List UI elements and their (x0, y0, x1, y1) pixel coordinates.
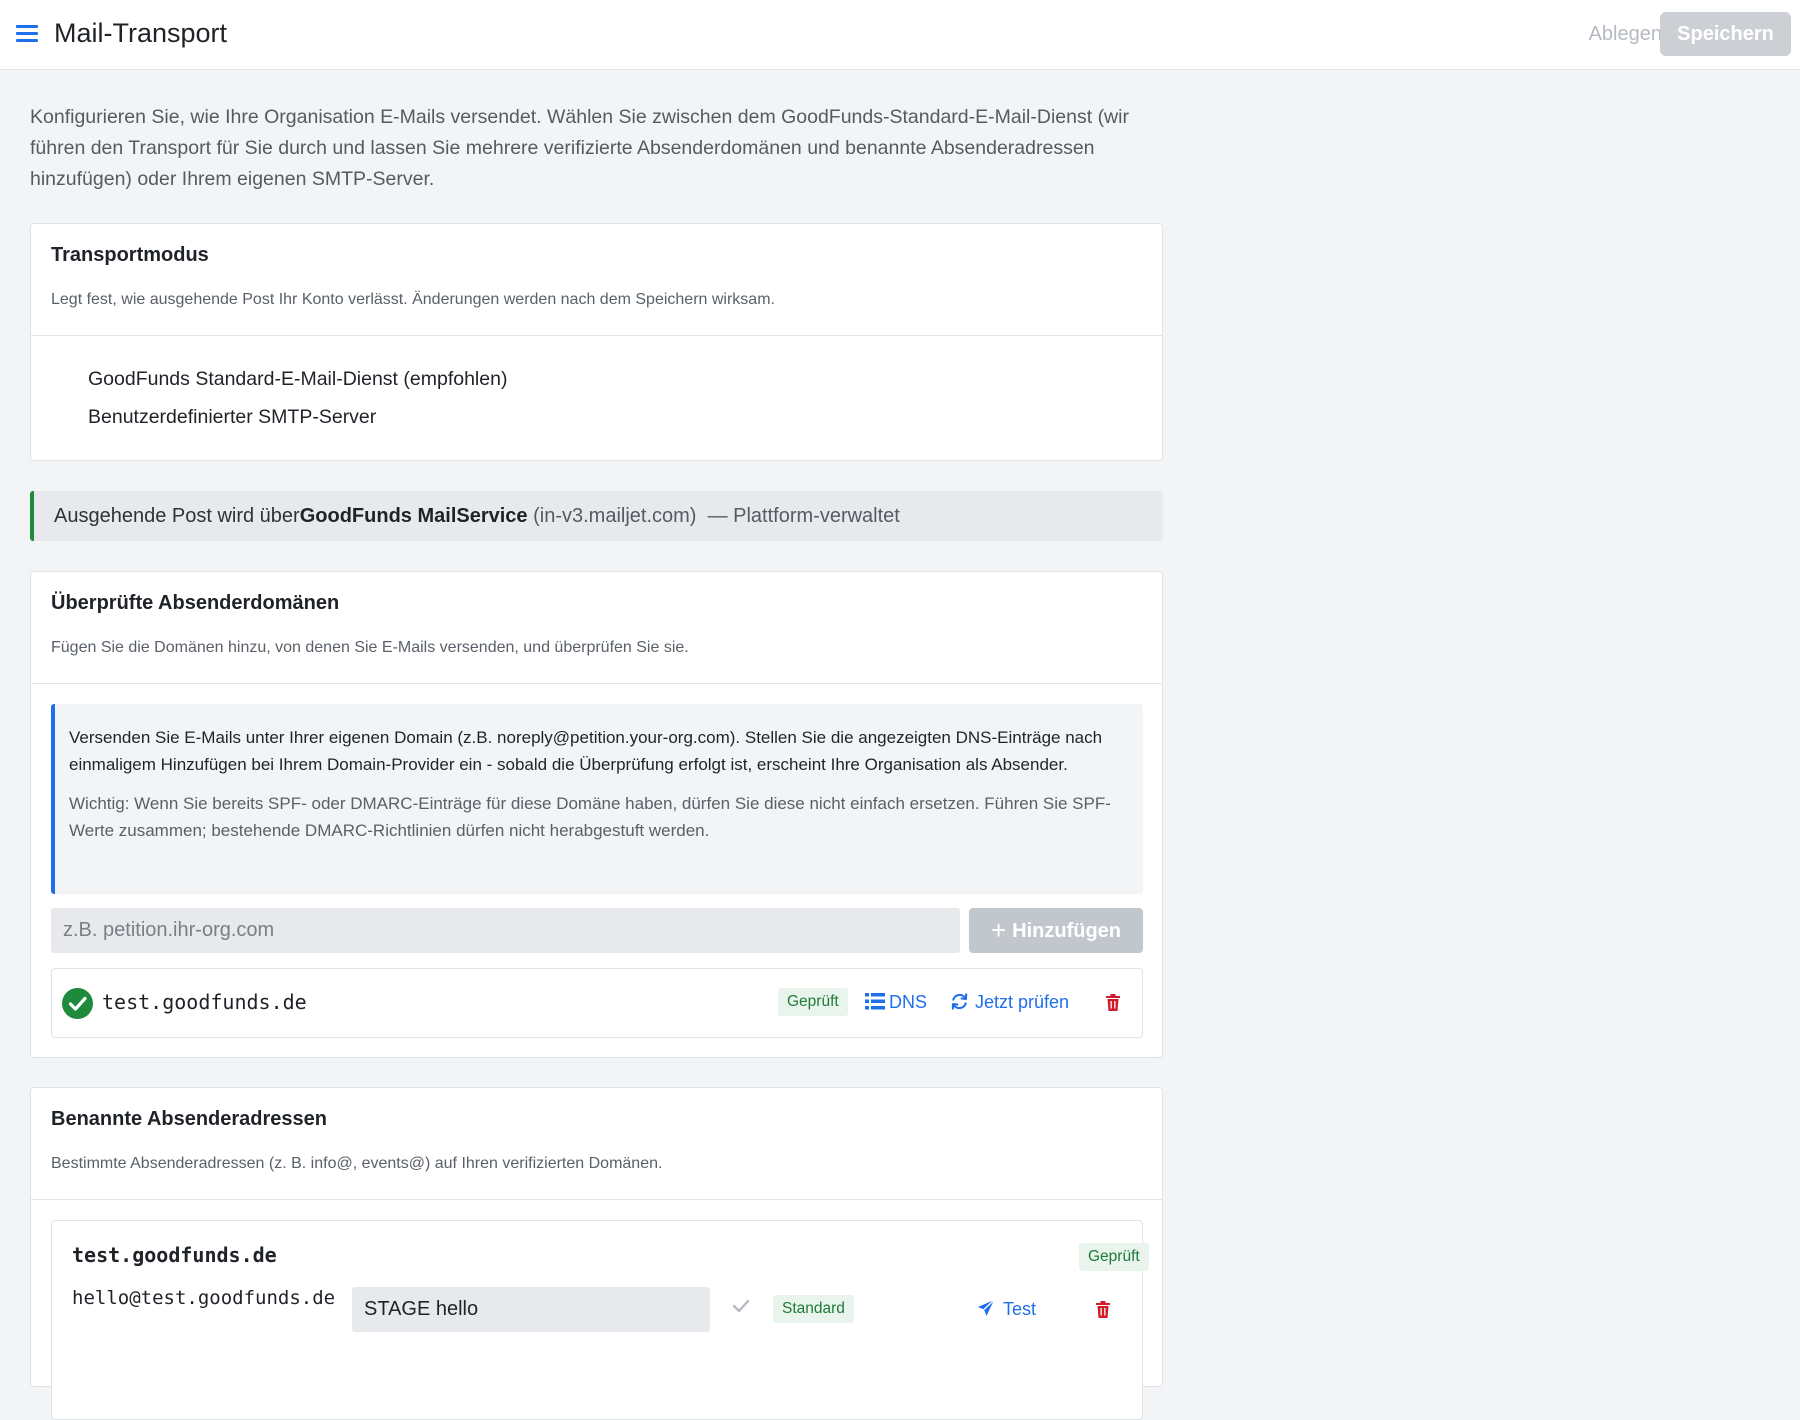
transport-status-banner: Ausgehende Post wird überGoodFunds MailS… (30, 491, 1163, 541)
intro-text: Konfigurieren Sie, wie Ihre Organisation… (30, 106, 1129, 190)
send-icon (978, 1299, 995, 1316)
banner-suffix: — Plattform-verwaltet (707, 505, 900, 527)
card-header: Überprüfte Absenderdomänen Fügen Sie die… (31, 572, 1162, 684)
transport-option-smtp[interactable]: Benutzerdefinierter SMTP-Server (88, 406, 376, 429)
delete-domain-button[interactable] (1106, 994, 1120, 1016)
sender-display-name-input[interactable] (352, 1287, 710, 1332)
domain-info-box: Versenden Sie E-Mails unter Ihrer eigene… (51, 704, 1143, 894)
sender-addresses-card: Benannte Absenderadressen Bestimmte Abse… (30, 1087, 1163, 1420)
check-now-label: Jetzt prüfen (975, 992, 1070, 1012)
default-badge: Standard (773, 1295, 854, 1323)
trash-icon (1106, 994, 1120, 1011)
card-title: Transportmodus (51, 244, 209, 266)
dns-label: DNS (889, 992, 928, 1012)
top-bar: Mail-Transport Ablegen Speichern (0, 0, 1800, 70)
info-text: Versenden Sie E-Mails unter Ihrer eigene… (69, 728, 1103, 774)
status-badge: Geprüft (778, 988, 848, 1016)
info-warning: Wichtig: Wenn Sie bereits SPF- oder DMAR… (69, 794, 1111, 840)
dns-button[interactable]: DNS (865, 992, 927, 1013)
banner-prefix: Ausgehende Post wird über (54, 505, 300, 527)
status-badge: Geprüft (1079, 1243, 1149, 1271)
card-subtitle: Fügen Sie die Domänen hinzu, von denen S… (51, 639, 689, 656)
menu-icon[interactable] (16, 25, 38, 43)
banner-host: (in-v3.mailjet.com) (533, 505, 697, 527)
card-subtitle: Bestimmte Absenderadressen (z. B. info@,… (51, 1155, 663, 1172)
check-now-button[interactable]: Jetzt prüfen (950, 992, 1069, 1013)
trash-icon (1096, 1301, 1110, 1318)
transport-mode-card: Transportmodus Legt fest, wie ausgehende… (30, 223, 1163, 461)
sender-group-domain: test.goodfunds.de (72, 1243, 277, 1267)
domain-row: test.goodfunds.de Geprüft DNS Jetzt prüf… (51, 968, 1143, 1038)
add-domain-button[interactable]: + Hinzufügen (969, 908, 1143, 953)
delete-sender-button[interactable] (1096, 1301, 1110, 1323)
test-label: Test (1003, 1299, 1037, 1319)
send-test-button[interactable]: Test (977, 1299, 1036, 1320)
add-domain-label: Hinzufügen (1012, 920, 1122, 942)
list-icon (865, 993, 885, 1010)
card-header: Benannte Absenderadressen Bestimmte Abse… (31, 1088, 1162, 1200)
domain-name: test.goodfunds.de (102, 990, 307, 1014)
card-header: Transportmodus Legt fest, wie ausgehende… (31, 224, 1162, 336)
transport-option-standard[interactable]: GoodFunds Standard-E-Mail-Dienst (empfoh… (88, 368, 507, 391)
card-title: Benannte Absenderadressen (51, 1108, 328, 1130)
discard-button[interactable]: Ablegen (1548, 12, 1668, 56)
sender-address: hello@test.goodfunds.de (72, 1287, 336, 1309)
verified-check-icon (62, 988, 93, 1019)
sender-domains-card: Überprüfte Absenderdomänen Fügen Sie die… (30, 571, 1163, 1058)
save-button[interactable]: Speichern (1660, 12, 1791, 56)
default-check-icon[interactable] (732, 1299, 750, 1318)
domain-input[interactable] (51, 908, 960, 953)
plus-icon: + (990, 915, 1007, 945)
card-subtitle: Legt fest, wie ausgehende Post Ihr Konto… (51, 291, 775, 308)
sender-domain-group: test.goodfunds.de Geprüft hello@test.goo… (51, 1220, 1149, 1420)
card-title: Überprüfte Absenderdomänen (51, 592, 340, 614)
page-title: Mail-Transport (54, 18, 228, 48)
refresh-icon (951, 993, 968, 1010)
banner-service-name: GoodFunds MailService (299, 505, 528, 527)
